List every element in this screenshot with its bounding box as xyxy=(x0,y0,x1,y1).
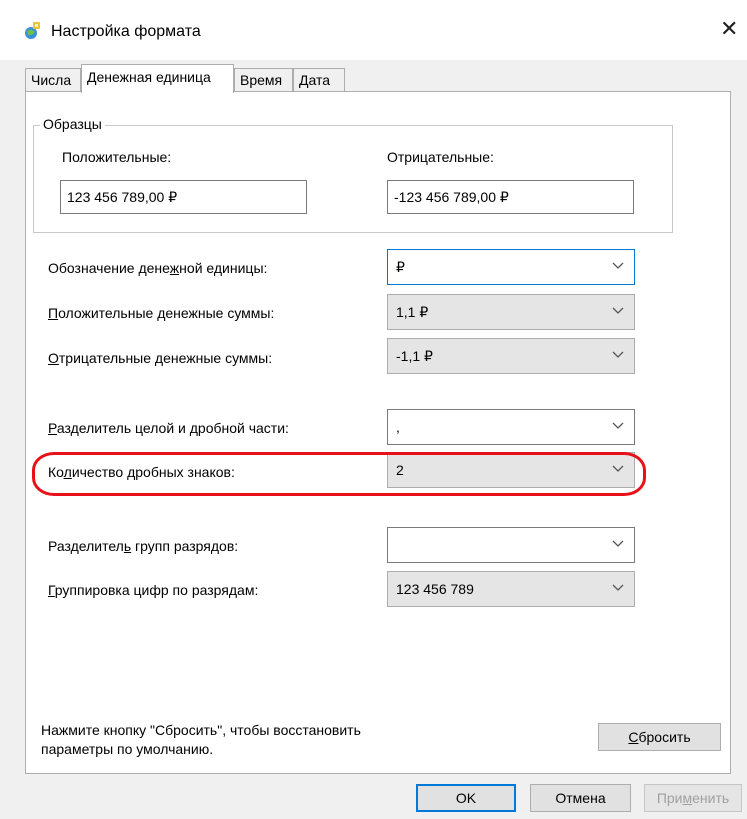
tab-numbers[interactable]: Числа xyxy=(25,68,81,91)
chevron-down-icon xyxy=(612,262,624,269)
chevron-down-icon xyxy=(612,422,624,429)
negative-sample-label: Отрицательные: xyxy=(387,149,494,165)
grouping-combo[interactable]: 123 456 789 xyxy=(387,571,635,607)
close-icon[interactable]: ✕ xyxy=(720,18,738,40)
positive-format-label: Положительные денежные суммы: xyxy=(48,305,275,321)
positive-sample-field: 123 456 789,00 ₽ xyxy=(60,180,307,214)
decimal-digits-value: 2 xyxy=(396,462,404,478)
group-separator-combo[interactable] xyxy=(387,527,635,563)
tab-currency[interactable]: Денежная единица xyxy=(81,64,234,93)
tab-date[interactable]: Дата xyxy=(293,68,345,91)
currency-symbol-value: ₽ xyxy=(396,259,405,275)
decimal-digits-combo[interactable]: 2 xyxy=(387,452,635,488)
grouping-label: Группировка цифр по разрядам: xyxy=(48,582,259,598)
group-separator-label: Разделитель групп разрядов: xyxy=(48,538,239,554)
negative-format-combo[interactable]: -1,1 ₽ xyxy=(387,338,635,374)
title-bar: Настройка формата ✕ xyxy=(0,0,747,60)
decimal-separator-label: Разделитель целой и дробной части: xyxy=(48,420,289,436)
window-title: Настройка формата xyxy=(51,23,201,40)
decimal-digits-label: Количество дробных знаков: xyxy=(48,464,235,480)
currency-symbol-combo[interactable]: ₽ xyxy=(387,249,635,285)
chevron-down-icon xyxy=(612,351,624,358)
chevron-down-icon xyxy=(612,307,624,314)
chevron-down-icon xyxy=(612,465,624,472)
samples-group-title: Образцы xyxy=(40,116,105,132)
tab-time[interactable]: Время xyxy=(234,68,293,91)
chevron-down-icon xyxy=(612,540,624,547)
decimal-separator-combo[interactable]: , xyxy=(387,409,635,445)
grouping-value: 123 456 789 xyxy=(396,581,474,597)
positive-format-value: 1,1 ₽ xyxy=(396,304,429,320)
positive-sample-label: Положительные: xyxy=(62,149,172,165)
chevron-down-icon xyxy=(612,584,624,591)
reset-button[interactable]: Сбросить xyxy=(598,723,721,751)
apply-button[interactable]: Применить xyxy=(644,784,742,812)
samples-group xyxy=(33,125,673,233)
currency-symbol-label: Обозначение денежной единицы: xyxy=(48,260,268,276)
negative-format-value: -1,1 ₽ xyxy=(396,348,433,364)
negative-format-label: Отрицательные денежные суммы: xyxy=(48,350,273,366)
positive-format-combo[interactable]: 1,1 ₽ xyxy=(387,294,635,330)
ok-button[interactable]: OK xyxy=(416,784,516,812)
decimal-separator-value: , xyxy=(396,419,400,435)
reset-hint-line1: Нажмите кнопку "Сбросить", чтобы восстан… xyxy=(41,722,361,738)
negative-sample-field: -123 456 789,00 ₽ xyxy=(387,180,634,214)
cancel-button[interactable]: Отмена xyxy=(530,784,631,812)
reset-hint-line2: параметры по умолчанию. xyxy=(41,741,214,757)
region-settings-icon xyxy=(25,22,40,39)
